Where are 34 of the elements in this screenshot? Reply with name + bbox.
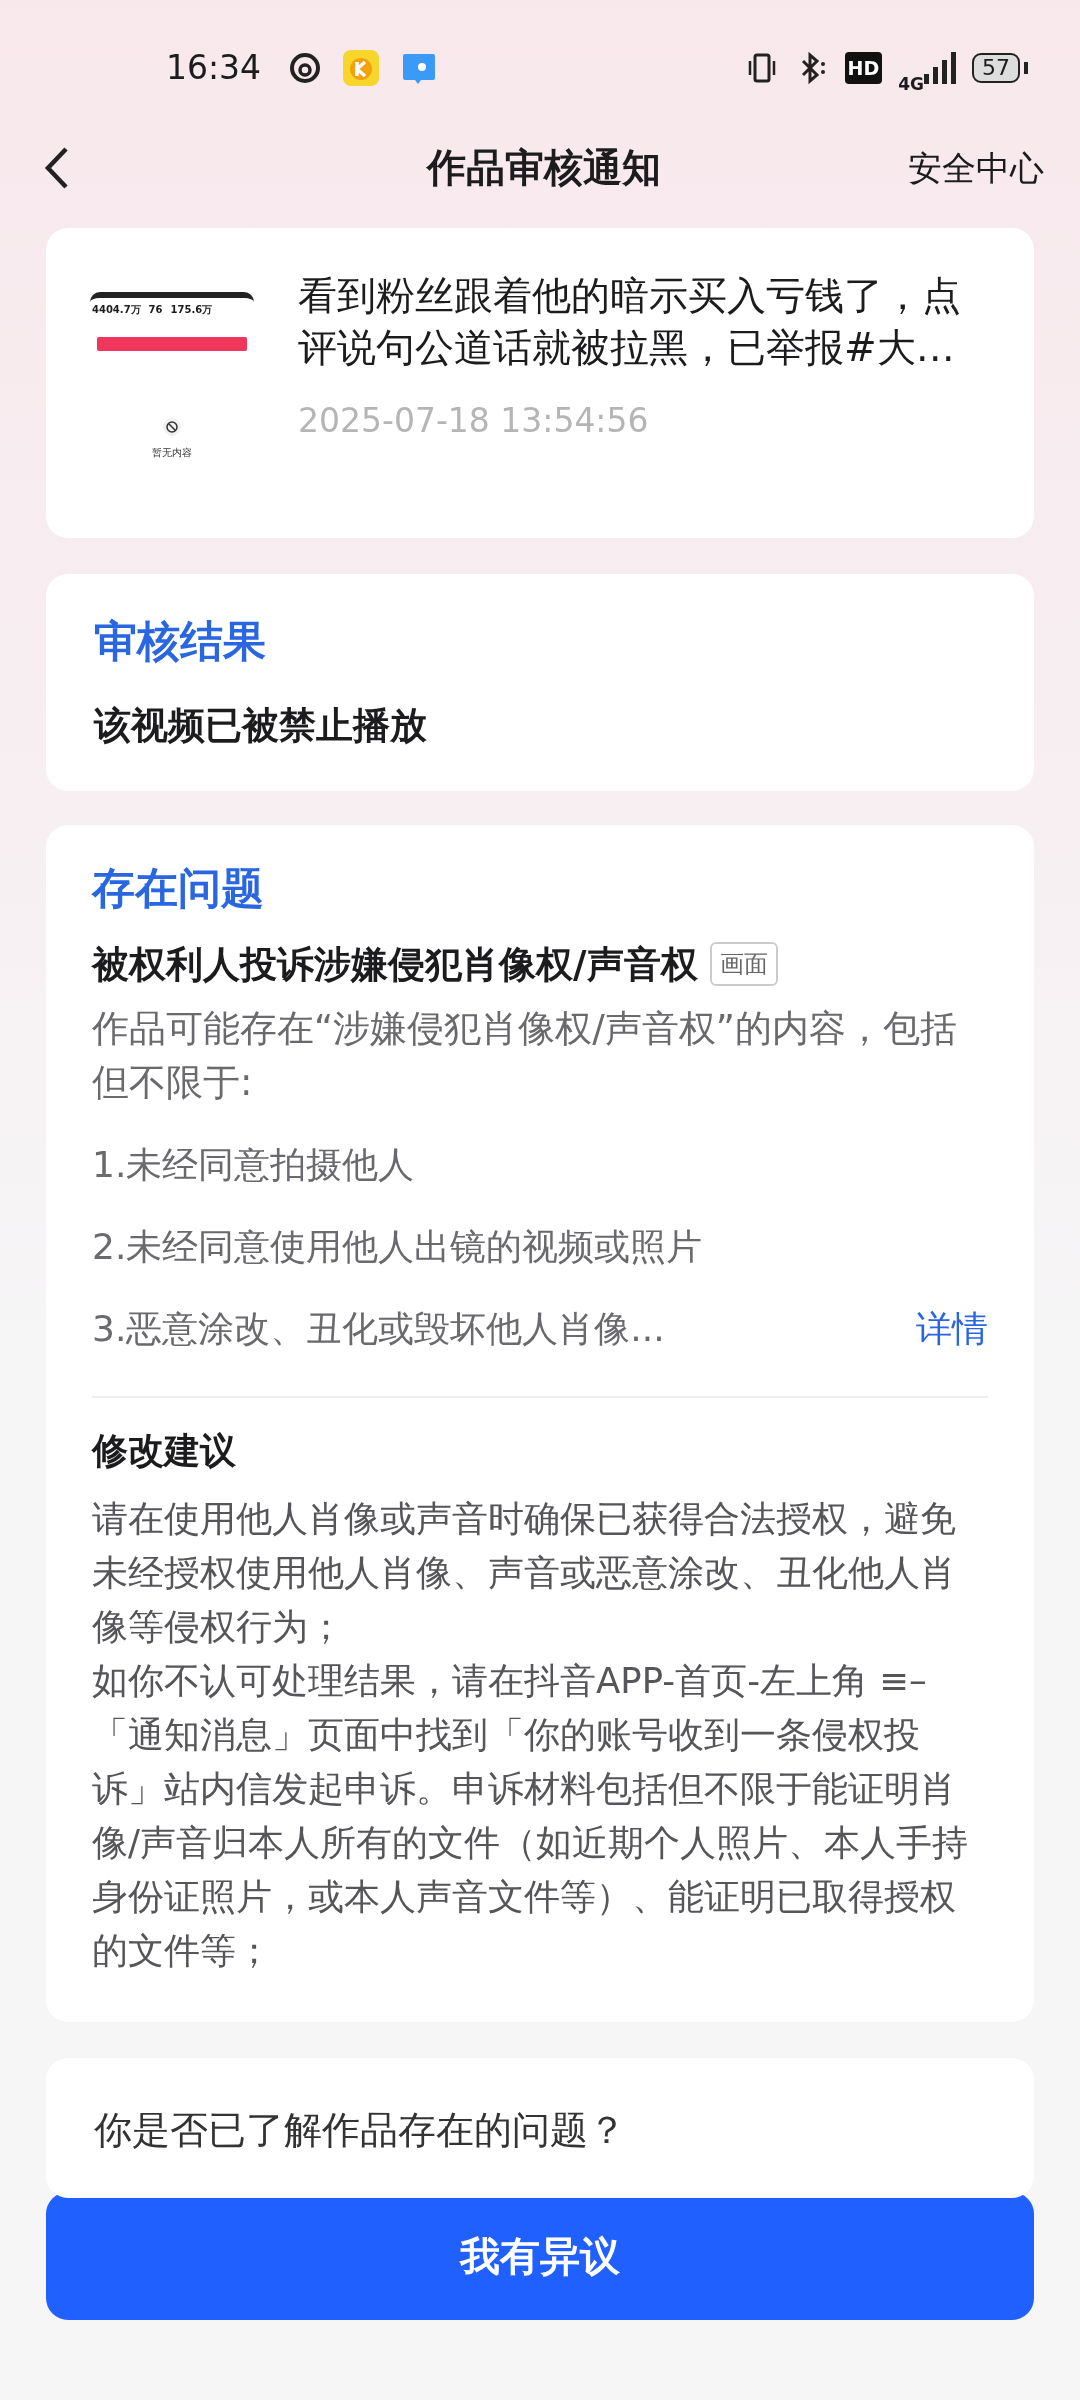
question-text: 你是否已了解作品存在的问题？ bbox=[94, 2107, 627, 2155]
work-time: 2025-07-18 13:54:56 bbox=[298, 400, 650, 442]
section-heading: 审核结果 bbox=[94, 616, 267, 668]
section-heading: 存在问题 bbox=[92, 863, 265, 915]
signal-icon bbox=[924, 52, 956, 84]
back-button[interactable] bbox=[44, 146, 70, 190]
issue-item: 2.未经同意使用他人出镜的视频或照片 bbox=[92, 1225, 703, 1270]
issue-title: 被权利人投诉涉嫌侵犯肖像权/声音权 bbox=[92, 941, 698, 988]
vibrate-icon bbox=[746, 52, 777, 84]
suggestion-heading: 修改建议 bbox=[92, 1429, 237, 1474]
hd-badge: HD bbox=[844, 51, 883, 85]
security-center-link[interactable]: 安全中心 bbox=[908, 142, 1044, 194]
empty-text: 暂无内容 bbox=[152, 446, 192, 460]
swirl-icon bbox=[289, 52, 322, 84]
suggestion-paragraph: 请在使用他人肖像或声音时确保已获得合法授权，避免未经授权使用他人肖像、声音或恶意涂改、丑化他人肖像等侵权行为； bbox=[92, 1497, 957, 1650]
page-title: 作品审核通知 bbox=[427, 143, 661, 192]
blocked-icon bbox=[162, 417, 182, 437]
stat-number: 175.6万 bbox=[170, 303, 213, 317]
stat-number: 76 bbox=[148, 303, 163, 317]
back-icon bbox=[44, 146, 70, 190]
issue-description: 作品可能存在“涉嫌侵犯肖像权/声音权”的内容，包括但不限于: bbox=[92, 1006, 958, 1107]
issue-item: 1.未经同意拍摄他人 bbox=[92, 1143, 415, 1188]
issue-item: 3.恶意涂改、丑化或毁坏他人肖像... bbox=[92, 1307, 665, 1352]
network-label: 4G bbox=[898, 73, 924, 96]
work-title: 看到粉丝跟着他的暗示买入亏钱了，点评说句公道话就被拉黑，已举报#大… bbox=[298, 272, 962, 372]
suggestion-paragraph: 如你不认可处理结果，请在抖音APP-首页-左上角 ≡–「通知消息」页面中找到「你的账号收到一条侵权投诉」站内信发起申诉。申诉材料包括但不限于能证明肖像/声音归本人所有的文件（如近期个人照片、本人手持身份证照片，或本人声音文件等）、能证明已取得授权的文件等； bbox=[92, 1659, 969, 1974]
battery-level: 57 bbox=[972, 53, 1020, 83]
details-link[interactable]: 详情 bbox=[916, 1302, 988, 1357]
status-time: 16:34 bbox=[166, 47, 262, 90]
issue-tag: 画面 bbox=[709, 942, 778, 987]
stat-number: 4404.7万 bbox=[92, 303, 141, 317]
result-text: 该视频已被禁止播放 bbox=[94, 702, 428, 749]
battery-tip-icon bbox=[1024, 62, 1028, 74]
app-icon bbox=[343, 50, 380, 86]
